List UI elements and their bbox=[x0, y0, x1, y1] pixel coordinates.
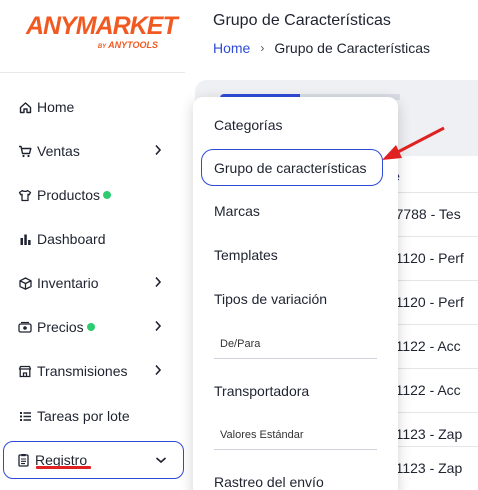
clipboard-icon bbox=[16, 453, 30, 467]
chevron-down-icon bbox=[154, 453, 168, 467]
cart-icon bbox=[18, 144, 32, 158]
brand-logo[interactable]: ANYMARKET BY ANYTOOLS bbox=[26, 12, 178, 56]
sidebar-item-label: Transmisiones bbox=[37, 363, 128, 379]
annotation-underline bbox=[36, 466, 91, 469]
menu-item-label: Grupo de características bbox=[214, 159, 367, 176]
status-dot bbox=[86, 323, 95, 331]
store-icon bbox=[18, 364, 32, 378]
brand-name: ANYMARKET bbox=[26, 12, 178, 40]
sidebar-item-label: Precios bbox=[37, 319, 84, 335]
shirt-icon bbox=[18, 188, 32, 202]
sidebar-item-transmisiones[interactable]: Transmisiones bbox=[6, 352, 183, 390]
sidebar-item-label: Home bbox=[37, 99, 75, 115]
sidebar-item-label: Dashboard bbox=[37, 231, 106, 247]
chevron-right-icon bbox=[151, 275, 165, 289]
menu-item-grupo-de-caracteristicas[interactable]: Grupo de características bbox=[201, 149, 383, 186]
breadcrumb-current: Grupo de Características bbox=[274, 40, 430, 56]
page-title: Grupo de Características bbox=[213, 12, 391, 29]
sidebar-item-dashboard[interactable]: Dashboard bbox=[6, 220, 183, 258]
box-icon bbox=[18, 276, 32, 290]
sidebar-item-label: Ventas bbox=[37, 143, 80, 159]
breadcrumb-home-link[interactable]: Home bbox=[213, 40, 250, 56]
menu-subitem-valores-estandar[interactable]: Valores Estándar bbox=[220, 429, 304, 441]
sidebar-item-ventas[interactable]: Ventas bbox=[6, 132, 183, 170]
price-tag-icon bbox=[18, 320, 32, 334]
bar-chart-icon bbox=[18, 232, 32, 246]
menu-item-tipos-de-variacion[interactable]: Tipos de variación bbox=[214, 291, 327, 307]
menu-item-templates[interactable]: Templates bbox=[214, 247, 278, 263]
app-window: ANYMARKET BY ANYTOOLS Home Ventas Product… bbox=[0, 0, 478, 490]
sidebar-item-precios[interactable]: Precios bbox=[6, 308, 183, 346]
sidebar-item-productos[interactable]: Productos bbox=[6, 176, 183, 214]
breadcrumb: Home › Grupo de Características bbox=[213, 40, 430, 56]
sidebar-item-registro[interactable]: Registro bbox=[3, 441, 184, 479]
sidebar: ANYMARKET BY ANYTOOLS Home Ventas Product… bbox=[0, 0, 185, 490]
sidebar-item-home[interactable]: Home bbox=[6, 88, 183, 126]
menu-item-categorias[interactable]: Categorías bbox=[214, 117, 282, 133]
chevron-right-icon bbox=[151, 319, 165, 333]
list-icon bbox=[18, 409, 32, 423]
sidebar-item-tareas-por-lote[interactable]: Tareas por lote bbox=[6, 397, 183, 435]
menu-item-transportadora[interactable]: Transportadora bbox=[214, 383, 309, 399]
annotation-arrow-icon bbox=[382, 126, 445, 160]
menu-item-rastreo-del-envio[interactable]: Rastreo del envío bbox=[214, 474, 324, 490]
chevron-right-icon bbox=[151, 143, 165, 157]
brand-subtitle: BY ANYTOOLS bbox=[97, 40, 158, 50]
sidebar-divider bbox=[0, 72, 185, 73]
menu-divider bbox=[214, 358, 377, 359]
sidebar-item-label: Tareas por lote bbox=[37, 408, 130, 424]
chevron-right-icon bbox=[151, 363, 165, 377]
menu-item-marcas[interactable]: Marcas bbox=[214, 203, 260, 219]
registro-submenu: Categorías Grupo de características Marc… bbox=[193, 97, 398, 490]
status-dot bbox=[103, 191, 112, 199]
menu-divider bbox=[214, 449, 377, 450]
breadcrumb-separator: › bbox=[260, 41, 265, 55]
sidebar-item-label: Inventario bbox=[37, 275, 99, 291]
home-icon bbox=[18, 100, 32, 114]
sidebar-item-label: Productos bbox=[37, 187, 101, 203]
sidebar-item-inventario[interactable]: Inventario bbox=[6, 264, 183, 302]
menu-subitem-de-para[interactable]: De/Para bbox=[220, 338, 260, 350]
